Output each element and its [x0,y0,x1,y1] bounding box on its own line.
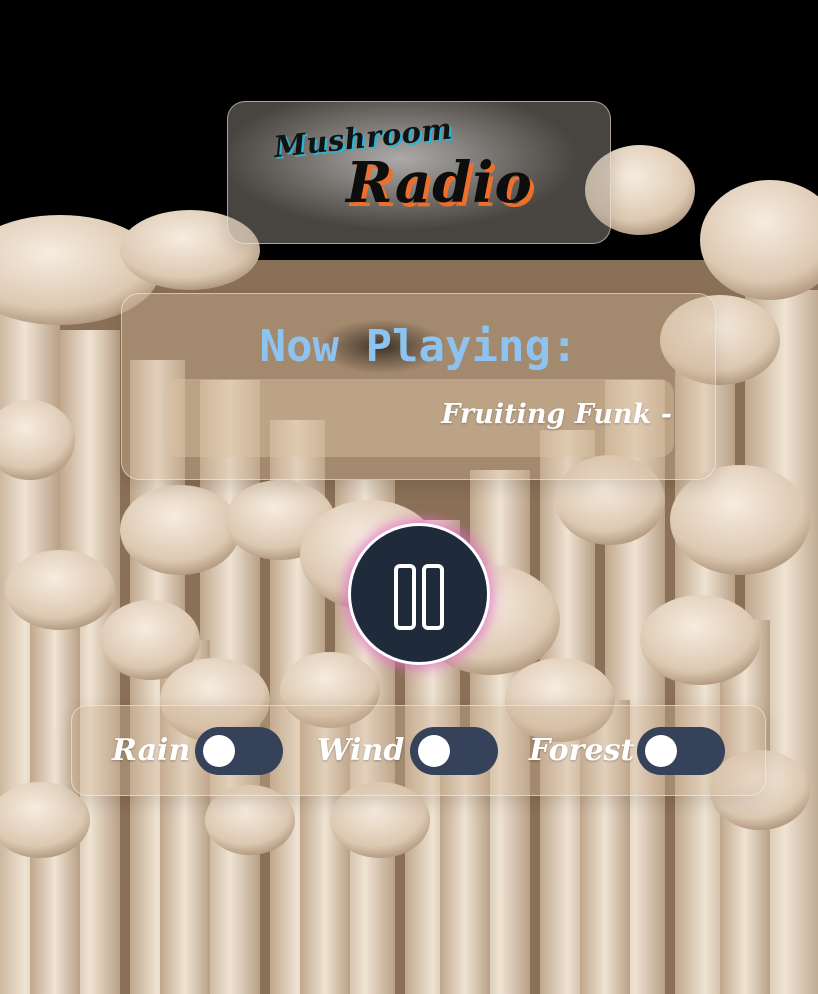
wind-toggle-group: Wind [317,727,499,775]
rain-toggle-group: Rain [112,727,284,775]
wind-toggle[interactable] [410,727,498,775]
ambient-sounds-panel: Rain Wind Forest [71,705,766,796]
wind-toggle-knob [418,735,450,767]
forest-toggle-knob [645,735,677,767]
track-title: Fruiting Funk - [441,399,672,430]
wind-label: Wind [317,733,405,768]
rain-toggle-knob [203,735,235,767]
now-playing-card: Now Playing: Fruiting Funk - [121,293,716,480]
pause-bar-right [422,564,444,630]
rain-toggle[interactable] [195,727,283,775]
play-pause-button[interactable] [348,523,490,665]
forest-label: Forest [529,733,635,768]
forest-toggle[interactable] [637,727,725,775]
track-marquee: Fruiting Funk - [163,379,674,457]
forest-toggle-group: Forest [529,727,729,775]
now-playing-heading: Now Playing: [259,321,578,372]
logo-text-radio: Radio [346,150,533,216]
logo-card: Mushroom Radio [227,101,611,244]
rain-label: Rain [112,733,191,768]
pause-bar-left [394,564,416,630]
